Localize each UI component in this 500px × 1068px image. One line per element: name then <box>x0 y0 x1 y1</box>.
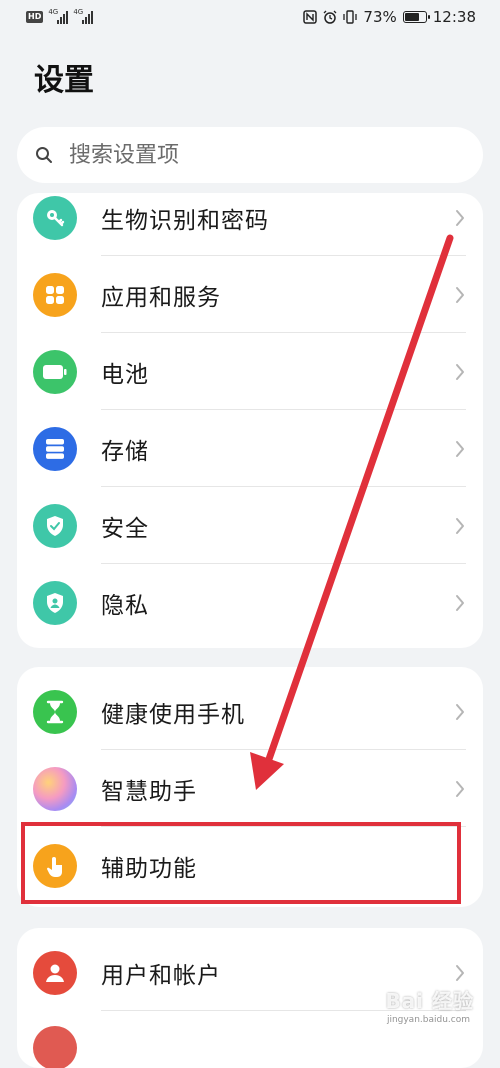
shield-check-icon <box>33 503 77 548</box>
partial-item-icon <box>33 1026 77 1068</box>
watermark: Bai 经验 <box>385 989 474 1013</box>
hand-tap-icon <box>33 843 77 888</box>
settings-item-storage[interactable]: 存储 <box>17 410 483 487</box>
settings-item-label: 应用和服务 <box>101 284 221 311</box>
settings-item-shield-check[interactable]: 安全 <box>17 487 483 564</box>
settings-item-assistant-orb[interactable]: 智慧助手 <box>17 750 483 827</box>
chevron-right-icon <box>456 594 464 611</box>
key-icon <box>33 195 77 240</box>
settings-item-label: 智慧助手 <box>101 778 197 805</box>
settings-item-hourglass[interactable]: 健康使用手机 <box>17 673 483 750</box>
signal-2-icon: 4G <box>73 8 94 24</box>
settings-item-label: 安全 <box>101 515 149 542</box>
search-input[interactable] <box>67 141 451 169</box>
status-left: HD 4G 4G <box>26 8 94 24</box>
chevron-right-icon <box>456 286 464 303</box>
watermark-url: jingyan.baidu.com <box>386 1015 470 1025</box>
privacy-shield-icon <box>33 580 77 625</box>
settings-item-label: 隐私 <box>101 592 149 619</box>
search-bar[interactable] <box>17 127 483 183</box>
page-title: 设置 <box>34 63 94 98</box>
settings-item-label: 健康使用手机 <box>101 701 245 728</box>
chevron-right-icon <box>456 964 464 981</box>
settings-item-label: 生物识别和密码 <box>101 207 269 234</box>
settings-item-key[interactable]: 生物识别和密码 <box>17 193 483 256</box>
battery-icon <box>33 349 77 394</box>
clock: 12:38 <box>432 8 476 26</box>
assistant-orb-icon <box>33 766 77 811</box>
network-type-1: 4G <box>48 8 59 16</box>
nfc-icon <box>303 10 318 24</box>
vibrate-icon <box>343 10 358 24</box>
chevron-right-icon <box>456 363 464 380</box>
chevron-right-icon <box>456 209 464 226</box>
settings-item-apps-grid[interactable]: 应用和服务 <box>17 256 483 333</box>
network-type-2: 4G <box>73 8 84 16</box>
settings-item-battery[interactable]: 电池 <box>17 333 483 410</box>
search-icon <box>36 147 52 163</box>
chevron-right-icon <box>456 517 464 534</box>
storage-icon <box>33 426 77 471</box>
status-bar: HD 4G 4G 73% 12:38 <box>0 0 500 38</box>
settings-item-label: 辅助功能 <box>101 855 197 882</box>
battery-percent: 73% <box>363 8 397 26</box>
hourglass-icon <box>33 689 77 734</box>
battery-icon <box>402 11 430 23</box>
settings-item-label: 存储 <box>101 438 149 465</box>
settings-group-2: 健康使用手机 智慧助手辅助功能 <box>17 667 483 907</box>
status-right: 73% 12:38 <box>303 8 476 26</box>
settings-item-label: 用户和帐户 <box>101 962 221 989</box>
apps-grid-icon <box>33 272 77 317</box>
settings-group-1: 生物识别和密码 应用和服务电池存储安全隐私 <box>17 193 483 648</box>
user-icon <box>33 950 77 995</box>
settings-item-hand-tap[interactable]: 辅助功能 <box>17 827 483 904</box>
signal-1-icon: 4G <box>48 8 69 24</box>
hd-badge: HD <box>26 11 44 23</box>
settings-item-label: 电池 <box>101 361 149 388</box>
chevron-right-icon <box>456 440 464 457</box>
settings-item-privacy-shield[interactable]: 隐私 <box>17 564 483 641</box>
alarm-icon <box>323 10 337 24</box>
chevron-right-icon <box>456 703 464 720</box>
chevron-right-icon <box>456 780 464 797</box>
